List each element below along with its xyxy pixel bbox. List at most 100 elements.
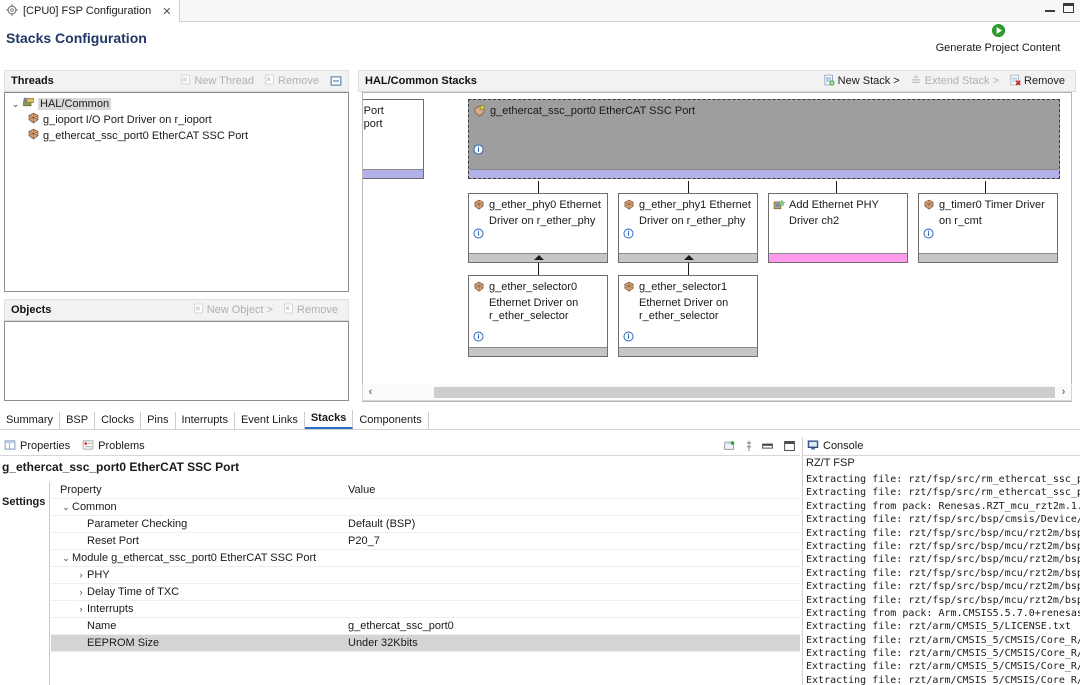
- tab-properties[interactable]: Properties: [0, 439, 78, 454]
- stack-node-add-ethernet-phy-ch2[interactable]: Add Ethernet PHY Driver ch2: [768, 193, 908, 263]
- properties-view-tab-bar[interactable]: Properties Problems: [0, 437, 800, 456]
- properties-title: g_ethercat_ssc_port0 EtherCAT SSC Port: [2, 460, 240, 474]
- stacks-horizontal-scrollbar[interactable]: ‹ ›: [362, 384, 1072, 401]
- objects-list[interactable]: [4, 321, 349, 401]
- module-icon: [27, 128, 40, 144]
- stack-node-ioport-partial[interactable]: ort I/O Port on r_ioport: [363, 99, 424, 179]
- chevron-right-icon[interactable]: ›: [75, 570, 87, 580]
- new-view-icon[interactable]: [723, 440, 737, 456]
- tree-item-g-ioport[interactable]: g_ioport I/O Port Driver on r_ioport: [5, 112, 348, 128]
- stacks-diagram-canvas[interactable]: ort I/O Port on r_ioport g_ethercat_ssc_…: [362, 92, 1072, 402]
- tab-event-links[interactable]: Event Links: [235, 412, 305, 429]
- scroll-left-icon[interactable]: ‹: [363, 386, 378, 398]
- tab-pins[interactable]: Pins: [141, 412, 176, 429]
- console-output[interactable]: Extracting file: rzt/fsp/src/rm_ethercat…: [806, 473, 1080, 685]
- connector-line: [538, 181, 539, 193]
- minimize-icon[interactable]: [761, 441, 774, 455]
- info-icon[interactable]: [923, 228, 934, 242]
- console-icon: [807, 439, 819, 454]
- tab-label: [CPU0] FSP Configuration: [23, 5, 152, 17]
- remove-object-button[interactable]: Remove: [283, 303, 338, 317]
- table-row[interactable]: ⌄ Module g_ethercat_ssc_port0 EtherCAT S…: [51, 550, 800, 567]
- fsp-configuration-window: [CPU0] FSP Configuration ✕ Stacks Config…: [0, 0, 1080, 685]
- stack-node-ethercat-ssc-port0[interactable]: g_ethercat_ssc_port0 EtherCAT SSC Port: [468, 99, 1060, 179]
- properties-side-tabs[interactable]: Settings: [0, 482, 50, 685]
- chevron-down-icon[interactable]: ⌄: [60, 553, 72, 564]
- table-row[interactable]: EEPROM Size Under 32Kbits: [51, 635, 800, 652]
- configuration-tab-bar[interactable]: Summary BSP Clocks Pins Interrupts Event…: [0, 410, 1080, 430]
- table-row[interactable]: › Delay Time of TXC: [51, 584, 800, 601]
- new-stack-icon: [823, 74, 835, 89]
- close-icon[interactable]: ✕: [162, 5, 171, 18]
- stack-node-ether-selector0[interactable]: g_ether_selector0 Ethernet Driver on r_e…: [468, 275, 608, 357]
- new-object-button[interactable]: New Object >: [193, 303, 273, 317]
- generate-project-content-label: Generate Project Content: [935, 42, 1061, 54]
- extend-stack-label: Extend Stack >: [924, 75, 1000, 87]
- table-row[interactable]: › Interrupts: [51, 601, 800, 618]
- table-row[interactable]: Reset Port P20_7: [51, 533, 800, 550]
- tree-item-hal-common[interactable]: ⌄ HAL/Common: [5, 96, 348, 112]
- info-icon[interactable]: [623, 228, 634, 242]
- property-label: Common: [72, 501, 117, 513]
- tab-fsp-configuration[interactable]: [CPU0] FSP Configuration ✕: [0, 0, 181, 22]
- generate-project-content-button[interactable]: Generate Project Content: [934, 23, 1062, 54]
- property-label: Interrupts: [87, 603, 134, 615]
- new-thread-icon: [180, 74, 191, 88]
- new-thread-button[interactable]: New Thread: [180, 74, 254, 88]
- chevron-right-icon[interactable]: ›: [75, 604, 87, 614]
- table-row[interactable]: Parameter Checking Default (BSP): [51, 516, 800, 533]
- console-line: Extracting from pack: Arm.CMSIS5.5.7.0+r…: [806, 607, 1080, 619]
- stack-node-line-1: ort I/O Port: [363, 105, 384, 117]
- remove-icon: [264, 74, 275, 88]
- module-icon: [923, 199, 935, 215]
- property-label: Module g_ethercat_ssc_port0 EtherCAT SSC…: [72, 552, 317, 564]
- remove-thread-button[interactable]: Remove: [264, 74, 319, 88]
- tab-stacks[interactable]: Stacks: [304, 410, 354, 429]
- tree-item-g-ethercat-ssc-port0[interactable]: g_ethercat_ssc_port0 EtherCAT SSC Port: [5, 128, 348, 144]
- settings-tab[interactable]: Settings: [2, 496, 45, 508]
- extend-stack-button[interactable]: Extend Stack >: [910, 74, 999, 89]
- info-icon[interactable]: [473, 228, 484, 242]
- info-icon[interactable]: [473, 144, 484, 158]
- stack-node-ether-phy1[interactable]: g_ether_phy1 Ethernet Driver on r_ether_…: [618, 193, 758, 263]
- chevron-down-icon[interactable]: ⌄: [9, 99, 22, 110]
- maximize-icon[interactable]: [783, 440, 796, 455]
- stack-node-timer0[interactable]: g_timer0 Timer Driver on r_cmt: [918, 193, 1058, 263]
- property-value[interactable]: Default (BSP): [348, 518, 800, 530]
- properties-table[interactable]: Property Value ⌄ Common Parameter Checki…: [51, 482, 800, 685]
- info-icon[interactable]: [473, 331, 484, 345]
- property-value[interactable]: Under 32Kbits: [348, 637, 800, 649]
- table-row[interactable]: ⌄ Common: [51, 499, 800, 516]
- console-line: Extracting file: rzt/fsp/src/bsp/mcu/rzt…: [806, 567, 1080, 579]
- remove-stack-button[interactable]: Remove: [1009, 74, 1065, 89]
- tab-components[interactable]: Components: [353, 412, 429, 429]
- threads-tree[interactable]: ⌄ HAL/Common g_ioport I/O Port Driver on…: [4, 92, 349, 292]
- table-row[interactable]: Name g_ethercat_ssc_port0: [51, 618, 800, 635]
- pin-icon[interactable]: [746, 439, 752, 456]
- stack-node-ether-phy0[interactable]: g_ether_phy0 Ethernet Driver on r_ether_…: [468, 193, 608, 263]
- stack-node-ether-selector1[interactable]: g_ether_selector1 Ethernet Driver on r_e…: [618, 275, 758, 357]
- module-icon: [623, 281, 635, 297]
- minimize-icon[interactable]: [1045, 4, 1055, 12]
- property-value[interactable]: P20_7: [348, 535, 800, 547]
- tab-clocks[interactable]: Clocks: [95, 412, 142, 429]
- chevron-down-icon[interactable]: ⌄: [60, 502, 72, 513]
- chevron-right-icon[interactable]: ›: [75, 587, 87, 597]
- maximize-icon[interactable]: [1063, 3, 1074, 13]
- tab-summary[interactable]: Summary: [0, 412, 61, 429]
- collapse-all-icon[interactable]: [330, 75, 342, 87]
- property-value[interactable]: g_ethercat_ssc_port0: [348, 620, 800, 632]
- stack-node-line-2: Driver on r_ether_phy: [639, 215, 746, 227]
- scroll-right-icon[interactable]: ›: [1056, 386, 1071, 398]
- remove-object-label: Remove: [297, 304, 338, 316]
- tab-console[interactable]: Console: [803, 439, 871, 454]
- tab-interrupts[interactable]: Interrupts: [176, 412, 235, 429]
- page-header: Stacks Configuration Generate Project Co…: [0, 22, 1080, 60]
- new-stack-button[interactable]: New Stack >: [823, 74, 900, 89]
- scrollbar-thumb[interactable]: [434, 386, 1055, 398]
- table-row[interactable]: › PHY: [51, 567, 800, 584]
- tab-bsp[interactable]: BSP: [60, 412, 96, 429]
- info-icon[interactable]: [623, 331, 634, 345]
- console-tab-bar[interactable]: Console: [803, 437, 1080, 456]
- tab-problems[interactable]: Problems: [78, 439, 152, 454]
